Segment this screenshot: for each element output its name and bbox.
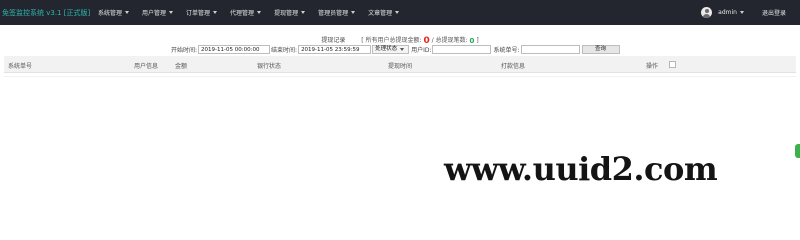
user-id-input[interactable] [432, 45, 492, 54]
menu-label: 系统管理 [98, 10, 123, 17]
table-header: 系统单号 用户信息 金额 银行状态 提现时间 打款信息 操作 [4, 56, 796, 73]
status-select-value: 处理状态 [375, 46, 398, 52]
main-menu: 系统管理 用户管理 订单管理 代理管理 提现管理 管理员管理 文章管理 [98, 0, 412, 25]
chevron-down-icon [169, 11, 174, 14]
user-id-label: 用户ID: [411, 47, 432, 54]
menu-label: 代理管理 [230, 10, 255, 17]
start-time-label: 开始时间: [171, 47, 198, 54]
column-header: 操作 [646, 63, 659, 70]
column-header: 提现时间 [388, 63, 413, 70]
username: admin [718, 9, 737, 16]
chevron-down-icon [213, 11, 218, 14]
chevron-down-icon [301, 11, 306, 14]
menu-articles[interactable]: 文章管理 [368, 8, 400, 17]
menu-system[interactable]: 系统管理 [98, 8, 130, 17]
end-time-input[interactable] [298, 45, 372, 54]
select-all-checkbox[interactable] [669, 61, 676, 68]
start-time-input[interactable] [198, 45, 271, 54]
column-header: 用户信息 [134, 63, 159, 70]
chevron-down-icon [125, 11, 130, 14]
end-time-label: 结束时间: [271, 47, 298, 54]
column-header: 银行状态 [257, 63, 282, 70]
menu-withdrawals[interactable]: 提现管理 [274, 8, 306, 17]
top-nav-bar: 免签监控系统 v3.1 [正式版] 系统管理 用户管理 订单管理 代理管理 提现… [0, 0, 800, 25]
summary-title: 提现记录 [321, 37, 346, 44]
menu-label: 文章管理 [368, 10, 393, 17]
column-header: 金额 [175, 63, 188, 70]
menu-agents[interactable]: 代理管理 [230, 8, 262, 17]
chevron-down-icon [257, 11, 262, 14]
menu-label: 订单管理 [186, 10, 211, 17]
chevron-down-icon [739, 11, 744, 14]
status-select[interactable]: 处理状态 [372, 45, 410, 54]
watermark-text: www.uuid2.com [444, 150, 718, 188]
user-area: admin 退出登录 [701, 0, 800, 25]
order-no-input[interactable] [520, 45, 580, 54]
floating-side-tab[interactable] [795, 144, 800, 158]
summary-separator: / 总提现笔数: [431, 37, 468, 44]
order-no-label: 系统单号: [493, 47, 520, 54]
chevron-down-icon [395, 11, 400, 14]
filter-bar: 开始时间: 结束时间: 处理状态 用户ID: 系统单号: 查询 [171, 44, 620, 55]
chevron-down-icon [351, 11, 356, 14]
avatar[interactable] [701, 7, 713, 18]
menu-orders[interactable]: 订单管理 [186, 8, 218, 17]
summary-prefix: [ 所有用户总提现金额: [361, 37, 422, 44]
brand-title[interactable]: 免签监控系统 v3.1 [正式版] [2, 8, 98, 18]
user-menu[interactable]: admin [718, 9, 744, 16]
menu-label: 提现管理 [274, 10, 299, 17]
query-button[interactable]: 查询 [581, 45, 620, 54]
menu-admins[interactable]: 管理员管理 [318, 8, 356, 17]
column-header: 系统单号 [8, 63, 33, 70]
chevron-down-icon [400, 48, 405, 51]
logout-link[interactable]: 退出登录 [762, 8, 786, 17]
column-header: 打款信息 [501, 63, 526, 70]
menu-users[interactable]: 用户管理 [142, 8, 174, 17]
menu-label: 管理员管理 [318, 10, 349, 17]
menu-label: 用户管理 [142, 10, 167, 17]
summary-suffix: ] [476, 37, 479, 44]
table-body [4, 76, 796, 77]
